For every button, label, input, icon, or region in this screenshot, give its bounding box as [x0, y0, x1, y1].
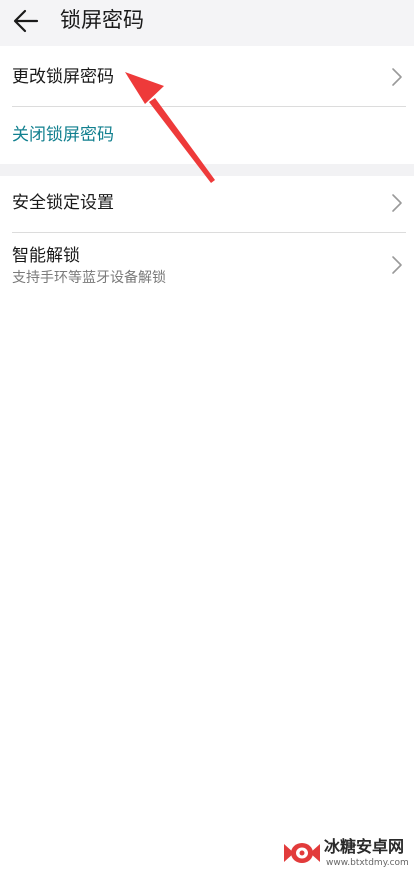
change-lock-password-label: 更改锁屏密码	[12, 67, 114, 87]
chevron-right-icon	[392, 68, 402, 86]
section-separator	[0, 164, 414, 176]
security-lock-settings-label: 安全锁定设置	[12, 193, 114, 213]
chevron-right-icon	[392, 194, 402, 212]
watermark: 冰糖安卓网 www.btxtdmy.com	[282, 836, 414, 872]
watermark-name: 冰糖安卓网	[324, 837, 405, 856]
smart-unlock-label: 智能解锁	[12, 246, 80, 266]
close-lock-password-item[interactable]: 关闭锁屏密码	[0, 107, 414, 164]
candy-logo-icon	[284, 843, 320, 863]
page-title: 锁屏密码	[60, 8, 144, 32]
smart-unlock-item[interactable]: 智能解锁 支持手环等蓝牙设备解锁	[0, 233, 414, 297]
arrow-left-icon	[13, 9, 39, 33]
top-app-bar: 锁屏密码	[0, 0, 414, 46]
back-button[interactable]	[8, 3, 44, 39]
smart-unlock-subtitle: 支持手环等蓝牙设备解锁	[12, 270, 166, 286]
security-lock-settings-item[interactable]: 安全锁定设置	[0, 176, 414, 232]
close-lock-password-label: 关闭锁屏密码	[12, 125, 114, 145]
change-lock-password-item[interactable]: 更改锁屏密码	[0, 46, 414, 106]
watermark-url: www.btxtdmy.com	[326, 858, 409, 868]
lock-screen-password-page: 锁屏密码 更改锁屏密码 关闭锁屏密码 安全锁定设置 智能解锁 支持手环等蓝牙设备…	[0, 0, 414, 877]
chevron-right-icon	[392, 256, 402, 274]
